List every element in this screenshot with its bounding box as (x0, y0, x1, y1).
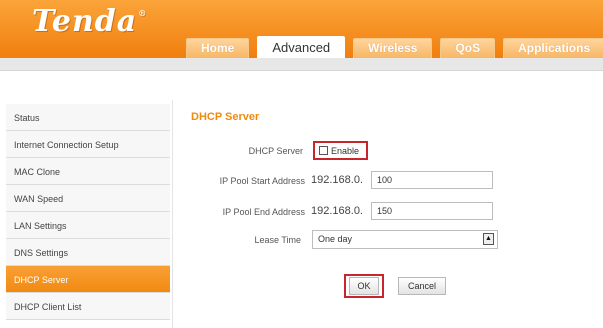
lease-time-label: Lease Time (254, 235, 301, 245)
sidebar-item-wan-speed[interactable]: WAN Speed (6, 185, 170, 212)
sidebar-item-status[interactable]: Status (6, 104, 170, 131)
sidebar-item-dhcp-server[interactable]: DHCP Server (6, 266, 170, 293)
tab-advanced[interactable]: Advanced (257, 36, 346, 58)
sidebar: Status Internet Connection Setup MAC Clo… (6, 104, 170, 320)
tab-wireless[interactable]: Wireless (353, 38, 433, 58)
lease-time-select[interactable]: One day ▲︎ (312, 230, 498, 249)
start-address-input[interactable] (371, 171, 493, 189)
sidebar-item-internet-connection-setup[interactable]: Internet Connection Setup (6, 131, 170, 158)
ok-highlight: OK (344, 274, 384, 298)
enable-highlight: Enable (313, 141, 368, 160)
sidebar-item-lan-settings[interactable]: LAN Settings (6, 212, 170, 239)
header-bar: Tenda® Home Advanced Wireless QoS Applic… (0, 0, 603, 58)
enable-label: Enable (331, 145, 360, 156)
start-address-prefix: 192.168.0. (311, 174, 363, 186)
tenda-logo: Tenda® (32, 4, 148, 39)
section-title: DHCP Server (191, 111, 260, 123)
lease-time-value: One day (318, 234, 353, 244)
end-address-input[interactable] (371, 202, 493, 220)
tab-applications[interactable]: Applications (503, 38, 603, 58)
dhcp-server-label: DHCP Server (248, 146, 303, 156)
sidebar-item-mac-clone[interactable]: MAC Clone (6, 158, 170, 185)
content-divider (172, 100, 173, 328)
sidebar-item-dns-settings[interactable]: DNS Settings (6, 239, 170, 266)
router-admin-page: Tenda® Home Advanced Wireless QoS Applic… (0, 0, 603, 328)
start-address-label: IP Pool Start Address (219, 176, 305, 186)
tab-home[interactable]: Home (186, 38, 250, 58)
dropdown-arrow-icon[interactable]: ▲︎ (483, 233, 494, 245)
enable-checkbox[interactable] (319, 146, 328, 155)
cancel-button[interactable]: Cancel (398, 277, 446, 295)
main-nav: Home Advanced Wireless QoS Applications (186, 36, 603, 58)
subheader-strip (0, 58, 603, 71)
ok-button[interactable]: OK (349, 277, 379, 295)
sidebar-item-dhcp-client-list[interactable]: DHCP Client List (6, 293, 170, 320)
end-address-prefix: 192.168.0. (311, 205, 363, 217)
tab-qos[interactable]: QoS (440, 38, 496, 58)
end-address-label: IP Pool End Address (222, 207, 305, 217)
